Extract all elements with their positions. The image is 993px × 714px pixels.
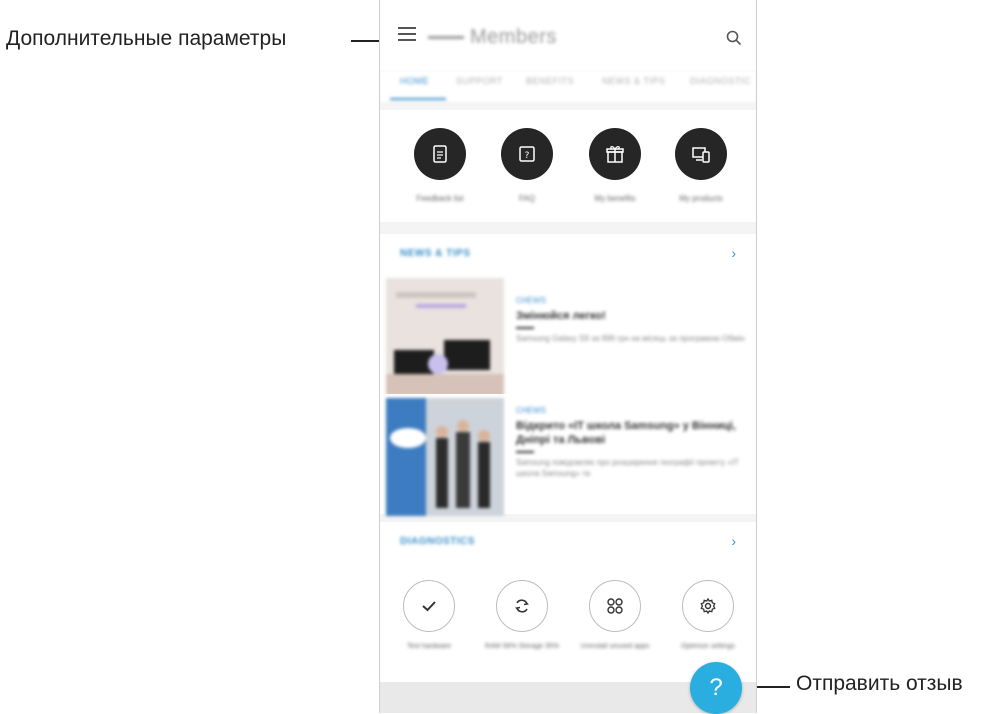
quick-action-label: My benefits [594,194,636,203]
diagnostic-label: RAM 58% Storage 35% [485,643,559,650]
quick-action-my-benefits[interactable]: My benefits [575,128,655,203]
diagnostic-label: Test hardware [407,643,451,650]
quick-action-label: My products [679,194,723,203]
tab-home[interactable]: HOME [400,76,429,86]
tab-support[interactable]: SUPPORT [456,76,503,86]
news-description: Samsung повідомляє про розширення геогра… [516,458,739,478]
quick-actions: Feedback list ? FAQ My benefits My produ… [380,110,756,222]
svg-text:?: ? [525,151,530,161]
tab-diagnostic[interactable]: DIAGNOSTIC [690,76,751,86]
quick-action-faq[interactable]: ? FAQ [487,128,567,203]
diagnostic-label: Optimize settings [681,643,735,650]
news-title: Відкрито «IT школа Samsung» у Вінниці, Д… [516,420,736,446]
diagnostics-section-header[interactable]: DIAGNOSTICS › [380,522,756,562]
callout-more-options: Дополнительные параметры [6,27,287,50]
news-text: CHEWS Змінюйся легко! Samsung Galaxy S9 … [516,296,746,344]
tab-bar: HOME SUPPORT BENEFITS NEWS & TIPS DIAGNO… [380,70,756,102]
news-description: Samsung Galaxy S9 за 999 грн на місяць з… [516,334,745,343]
refresh-icon [496,580,548,632]
news-section-title: NEWS & TIPS [400,248,471,259]
phone-screen: Members HOME SUPPORT BENEFITS NEWS & TIP… [379,0,757,713]
news-category: CHEWS [516,406,546,415]
app-header: Members [380,0,756,70]
news-thumbnail [386,278,504,396]
help-fab-button[interactable]: ? [690,662,742,714]
diagnostics-section-title: DIAGNOSTICS [400,536,475,547]
diagnostic-memory[interactable]: RAM 58% Storage 35% [477,580,567,652]
news-item[interactable]: CHEWS Змінюйся легко! Samsung Galaxy S9 … [380,274,756,396]
gift-icon [589,128,641,180]
gear-icon [682,580,734,632]
diagnostic-uninstall-apps[interactable]: Uninstall unused apps [570,580,660,652]
tab-news-tips[interactable]: NEWS & TIPS [602,76,665,86]
diagnostic-optimize-settings[interactable]: Optimize settings [663,580,753,652]
apps-grid-icon [589,580,641,632]
tab-active-indicator [390,98,446,100]
tab-benefits[interactable]: BENEFITS [526,76,574,86]
quick-action-label: Feedback list [416,194,464,203]
news-item[interactable]: CHEWS Відкрито «IT школа Samsung» у Вінн… [380,394,756,516]
diagnostic-test-hardware[interactable]: Test hardware [384,580,474,652]
divider [516,451,534,453]
diagnostics-items: Test hardware RAM 58% Storage 35% Uninst… [380,562,756,682]
quick-action-label: FAQ [518,194,535,203]
document-icon [414,128,466,180]
diagnostic-label: Uninstall unused apps [580,643,650,650]
divider [516,327,534,329]
devices-icon [675,128,727,180]
chevron-right-icon[interactable]: › [731,245,736,261]
callout-send-feedback: Отправить отзыв [796,672,963,695]
hamburger-icon[interactable] [398,27,416,41]
news-thumbnail [386,398,504,516]
chevron-right-icon[interactable]: › [731,533,736,549]
news-title: Змінюйся легко! [516,310,606,322]
news-category: CHEWS [516,296,546,305]
faq-icon: ? [501,128,553,180]
quick-action-feedback-list[interactable]: Feedback list [400,128,480,203]
search-icon[interactable] [726,30,742,46]
news-text: CHEWS Відкрито «IT школа Samsung» у Вінн… [516,406,746,479]
check-icon [403,580,455,632]
app-title: Members [428,26,557,49]
news-section-header[interactable]: NEWS & TIPS › [380,234,756,274]
quick-action-my-products[interactable]: My products [661,128,741,203]
